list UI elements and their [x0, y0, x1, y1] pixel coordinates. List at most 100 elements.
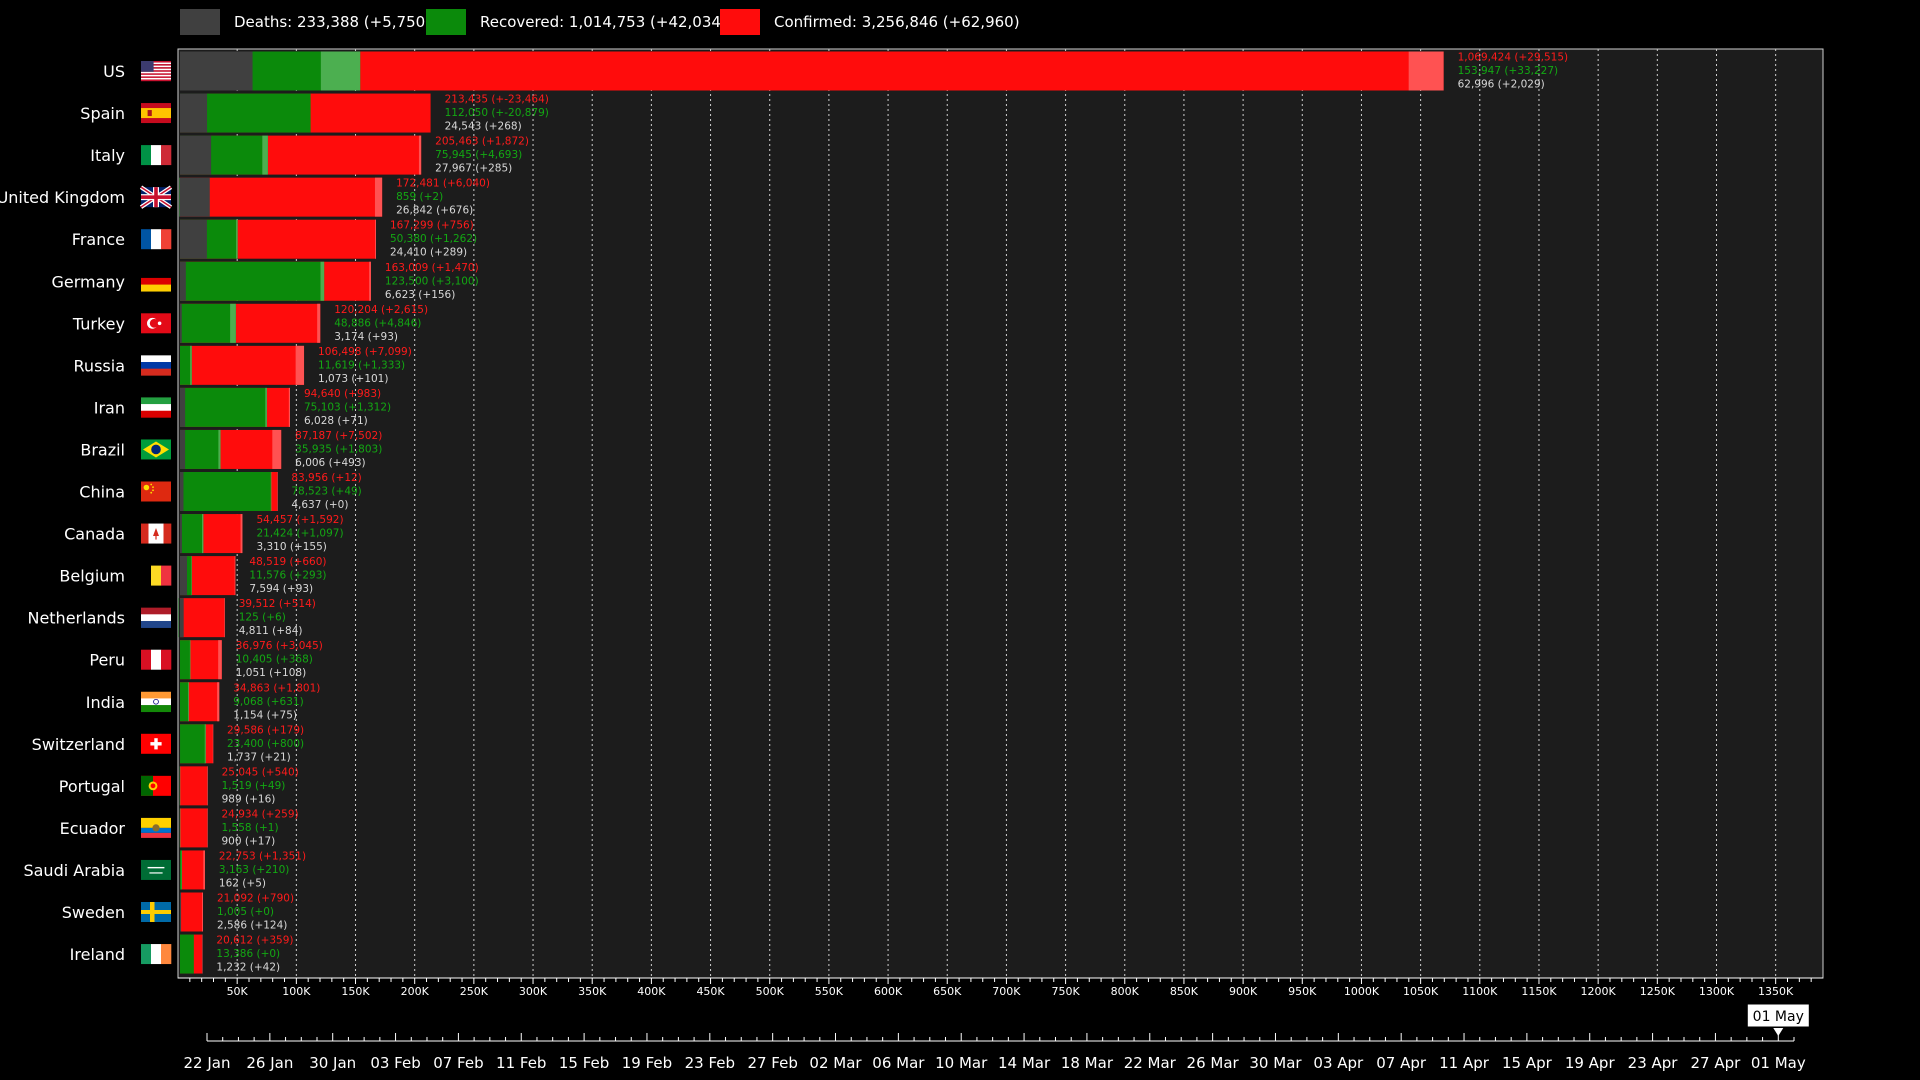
value-confirmed-turkey: 120,204 (+2,615) — [334, 304, 428, 316]
flag-united-kingdom — [139, 185, 173, 209]
value-confirmed-italy: 205,463 (+1,872) — [435, 136, 529, 148]
legend-swatch-confirmed — [720, 9, 760, 35]
flag-part — [141, 859, 171, 880]
bar-recovered-canada — [180, 514, 204, 554]
country-label-iran: Iran — [94, 398, 125, 417]
bar-recovered-increment-germany — [320, 261, 325, 301]
bar-recovered-increment-peru — [189, 640, 191, 680]
x-tick-label-1200K: 1200K — [1581, 985, 1617, 998]
value-deaths-united-kingdom: 26,842 (+676) — [396, 205, 473, 217]
row-germany: Germany 163,009 (+1,470)123,500 (+3,100) 6… — [51, 261, 479, 301]
bar-recovered-increment-ecuador — [179, 808, 181, 848]
flag-part — [161, 229, 172, 250]
x-tick-label-1050K: 1050K — [1403, 985, 1439, 998]
value-confirmed-sweden: 21,092 (+790) — [217, 893, 294, 905]
value-recovered-portugal: 1,519 (+49) — [222, 780, 286, 792]
value-recovered-peru: 10,405 (+368) — [236, 654, 313, 666]
flag-brazil — [141, 439, 171, 460]
timeline-label: 02 Mar — [809, 1054, 862, 1072]
bar-confirmed-netherlands — [180, 598, 225, 638]
flag-part — [141, 229, 152, 250]
bar-confirmed-increment-sweden — [202, 892, 203, 932]
timeline-label: 19 Feb — [622, 1054, 672, 1072]
flag-part — [141, 607, 171, 615]
value-recovered-ecuador: 1,558 (+1) — [222, 822, 279, 834]
bar-deaths-canada — [180, 514, 182, 554]
country-label-sweden: Sweden — [62, 903, 125, 922]
row-united-kingdom: United Kingdom 172,481 (+6,040)859 (+2) 26… — [0, 177, 490, 217]
bar-recovered-russia — [180, 345, 192, 385]
bar-recovered-saudi-arabia — [180, 850, 182, 890]
flag-part — [149, 318, 159, 328]
legend-swatch-deaths — [180, 9, 220, 35]
flag-part — [152, 489, 154, 492]
flag-ireland — [141, 944, 172, 965]
country-label-brazil: Brazil — [80, 440, 125, 459]
x-tick-label-300K: 300K — [519, 985, 548, 998]
bar-confirmed-increment-united-kingdom — [374, 177, 383, 217]
bar-confirmed-portugal — [180, 766, 208, 806]
current-date-pointer — [1773, 1028, 1784, 1036]
x-tick-label-900K: 900K — [1229, 985, 1258, 998]
x-tick-label-1350K: 1350K — [1758, 985, 1794, 998]
flag-part — [141, 79, 171, 82]
flag-us — [141, 61, 171, 82]
country-label-portugal: Portugal — [59, 777, 125, 796]
value-deaths-peru: 1,051 (+108) — [236, 667, 306, 679]
bar-deaths-united-kingdom — [180, 177, 210, 217]
value-deaths-saudi-arabia: 162 (+5) — [219, 877, 266, 889]
flag-part — [151, 649, 162, 670]
bar-confirmed-sweden — [180, 892, 203, 932]
timeline: 22 Jan 26 Jan 30 Jan 03 Feb 07 Feb 11 Feb 15 F… — [184, 1003, 1810, 1072]
value-recovered-russia: 11,619 (+1,333) — [318, 359, 405, 371]
value-deaths-ecuador: 900 (+17) — [222, 835, 276, 847]
country-label-saudi-arabia: Saudi Arabia — [23, 861, 125, 880]
bar-recovered-germany — [180, 261, 325, 301]
bar-deaths-belgium — [180, 556, 187, 596]
value-deaths-germany: 6,623 (+156) — [385, 289, 455, 301]
flag-part — [141, 77, 171, 80]
legend-item-recovered: Recovered: 1,014,753 (+42,034) — [426, 9, 727, 35]
timeline-label: 22 Jan — [184, 1054, 231, 1072]
bar-confirmed-increment-canada — [240, 514, 243, 554]
flag-part — [163, 523, 172, 544]
row-turkey: Turkey 120,204 (+2,615)48,886 (+4,846) 3,1… — [72, 303, 428, 343]
flag-belgium — [141, 565, 172, 586]
x-tick-label-1150K: 1150K — [1521, 985, 1557, 998]
value-recovered-us: 153,947 (+33,227) — [1458, 65, 1559, 77]
value-confirmed-belgium: 48,519 (+660) — [249, 556, 326, 568]
x-tick-label-200K: 200K — [401, 985, 430, 998]
flag-india — [141, 691, 171, 713]
flag-part — [141, 910, 171, 914]
bar-recovered-increment-switzerland — [204, 724, 206, 764]
value-confirmed-china: 83,956 (+12) — [291, 472, 361, 484]
value-recovered-switzerland: 23,400 (+800) — [227, 738, 304, 750]
flag-part — [141, 691, 171, 699]
bar-recovered-increment-russia — [190, 345, 192, 385]
country-label-switzerland: Switzerland — [32, 735, 125, 754]
flag-part — [150, 483, 153, 486]
bar-confirmed-increment-italy — [418, 135, 422, 175]
bar-deaths-brazil — [180, 429, 186, 469]
value-confirmed-germany: 163,009 (+1,470) — [385, 262, 479, 274]
bar-recovered-increment-belgium — [191, 556, 192, 596]
legend-label-recovered: Recovered: 1,014,753 (+42,034) — [480, 13, 727, 31]
bar-recovered-increment-us — [320, 51, 361, 91]
value-recovered-belgium: 11,576 (+293) — [249, 570, 326, 582]
value-deaths-iran: 6,028 (+71) — [304, 415, 368, 427]
value-deaths-italy: 27,967 (+285) — [435, 163, 512, 175]
value-recovered-germany: 123,500 (+3,100) — [385, 275, 479, 287]
bar-deaths-spain — [180, 93, 208, 133]
x-tick-label-100K: 100K — [282, 985, 311, 998]
bar-confirmed-increment-turkey — [317, 303, 321, 343]
legend-label-confirmed: Confirmed: 3,256,846 (+62,960) — [774, 13, 1020, 31]
row-china: China 83,956 (+12) 78,523 (+49)4,637 (+0) — [79, 472, 362, 511]
bar-confirmed-russia — [180, 345, 305, 385]
bar-confirmed-ecuador — [180, 808, 208, 848]
value-recovered-canada: 21,424 (+1,097) — [256, 528, 343, 540]
value-recovered-ireland: 13,386 (+0) — [216, 948, 280, 960]
x-tick-label-850K: 850K — [1170, 985, 1199, 998]
country-label-russia: Russia — [74, 356, 125, 375]
value-recovered-spain: 112,050 (+-20,879) — [445, 107, 549, 119]
flag-part — [161, 145, 172, 166]
